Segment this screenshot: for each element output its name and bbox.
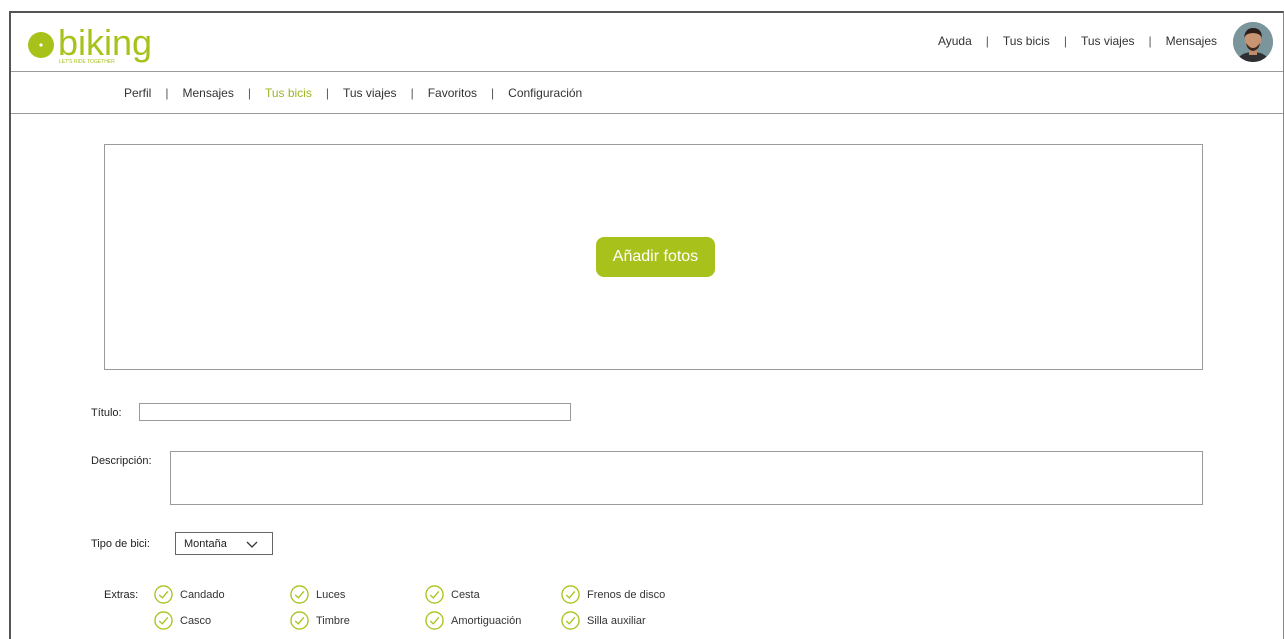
bike-type-select[interactable]: Montaña	[175, 532, 273, 555]
sub-nav-your-bikes[interactable]: Tus bicis	[265, 86, 312, 100]
check-circle-icon	[561, 611, 580, 630]
add-photos-button[interactable]: Añadir fotos	[596, 237, 715, 277]
check-circle-icon	[154, 585, 173, 604]
top-nav-your-trips[interactable]: Tus viajes	[1081, 34, 1135, 48]
check-circle-icon	[154, 611, 173, 630]
sub-nav-separator: |	[247, 86, 251, 100]
extra-label: Frenos de disco	[587, 588, 666, 601]
extra-label: Luces	[316, 588, 346, 601]
bike-type-label: Tipo de bici:	[91, 538, 150, 550]
sub-nav-favorites[interactable]: Favoritos	[428, 86, 477, 100]
check-circle-icon	[425, 585, 444, 604]
top-nav-help[interactable]: Ayuda	[938, 34, 972, 48]
extras-label: Extras:	[104, 589, 139, 601]
top-nav-separator: |	[1148, 34, 1152, 48]
extra-helmet[interactable]: Casco	[154, 611, 211, 630]
extra-lights[interactable]: Luces	[290, 585, 345, 604]
top-nav-separator: |	[1063, 34, 1067, 48]
extra-label: Silla auxiliar	[587, 614, 646, 627]
extra-label: Timbre	[316, 614, 350, 627]
extra-disc-brakes[interactable]: Frenos de disco	[561, 585, 665, 604]
app-window: biking LET'S RIDE TOGETHER Ayuda | Tus b…	[9, 11, 1284, 639]
sub-nav-separator: |	[410, 86, 414, 100]
sub-nav-your-trips[interactable]: Tus viajes	[343, 86, 397, 100]
extra-label: Casco	[180, 614, 212, 627]
extra-lock[interactable]: Candado	[154, 585, 225, 604]
extra-bell[interactable]: Timbre	[290, 611, 350, 630]
sub-nav-separator: |	[491, 86, 495, 100]
extra-label: Amortiguación	[451, 614, 522, 627]
extra-label: Candado	[180, 588, 225, 601]
extra-child-seat[interactable]: Silla auxiliar	[561, 611, 646, 630]
profile-sub-nav: Perfil | Mensajes | Tus bicis | Tus viaj…	[11, 73, 1283, 114]
top-nav-messages[interactable]: Mensajes	[1166, 34, 1217, 48]
header: biking LET'S RIDE TOGETHER Ayuda | Tus b…	[11, 13, 1283, 72]
description-label: Descripción:	[91, 455, 152, 467]
sub-nav-messages[interactable]: Mensajes	[182, 86, 233, 100]
sub-nav-separator: |	[325, 86, 329, 100]
brand-logo[interactable]: biking LET'S RIDE TOGETHER	[25, 19, 185, 65]
top-nav: Ayuda | Tus bicis | Tus viajes | Mensaje…	[938, 34, 1217, 48]
photo-upload-area[interactable]: Añadir fotos	[104, 144, 1203, 370]
brand-name: biking	[58, 22, 152, 63]
sub-nav-settings[interactable]: Configuración	[508, 86, 582, 100]
avatar[interactable]	[1233, 22, 1273, 62]
extra-suspension[interactable]: Amortiguación	[425, 611, 521, 630]
check-circle-icon	[561, 585, 580, 604]
check-circle-icon	[290, 611, 309, 630]
bike-type-value: Montaña	[184, 537, 227, 550]
title-label: Título:	[91, 407, 122, 419]
extra-label: Cesta	[451, 588, 480, 601]
top-nav-your-bikes[interactable]: Tus bicis	[1003, 34, 1050, 48]
title-input[interactable]	[139, 403, 571, 421]
top-nav-separator: |	[985, 34, 989, 48]
check-circle-icon	[425, 611, 444, 630]
extra-basket[interactable]: Cesta	[425, 585, 480, 604]
chevron-down-icon	[246, 541, 258, 548]
sub-nav-profile[interactable]: Perfil	[124, 86, 151, 100]
sub-nav-separator: |	[165, 86, 169, 100]
check-circle-icon	[290, 585, 309, 604]
description-textarea[interactable]	[170, 451, 1203, 505]
brand-tagline: LET'S RIDE TOGETHER	[59, 59, 115, 65]
